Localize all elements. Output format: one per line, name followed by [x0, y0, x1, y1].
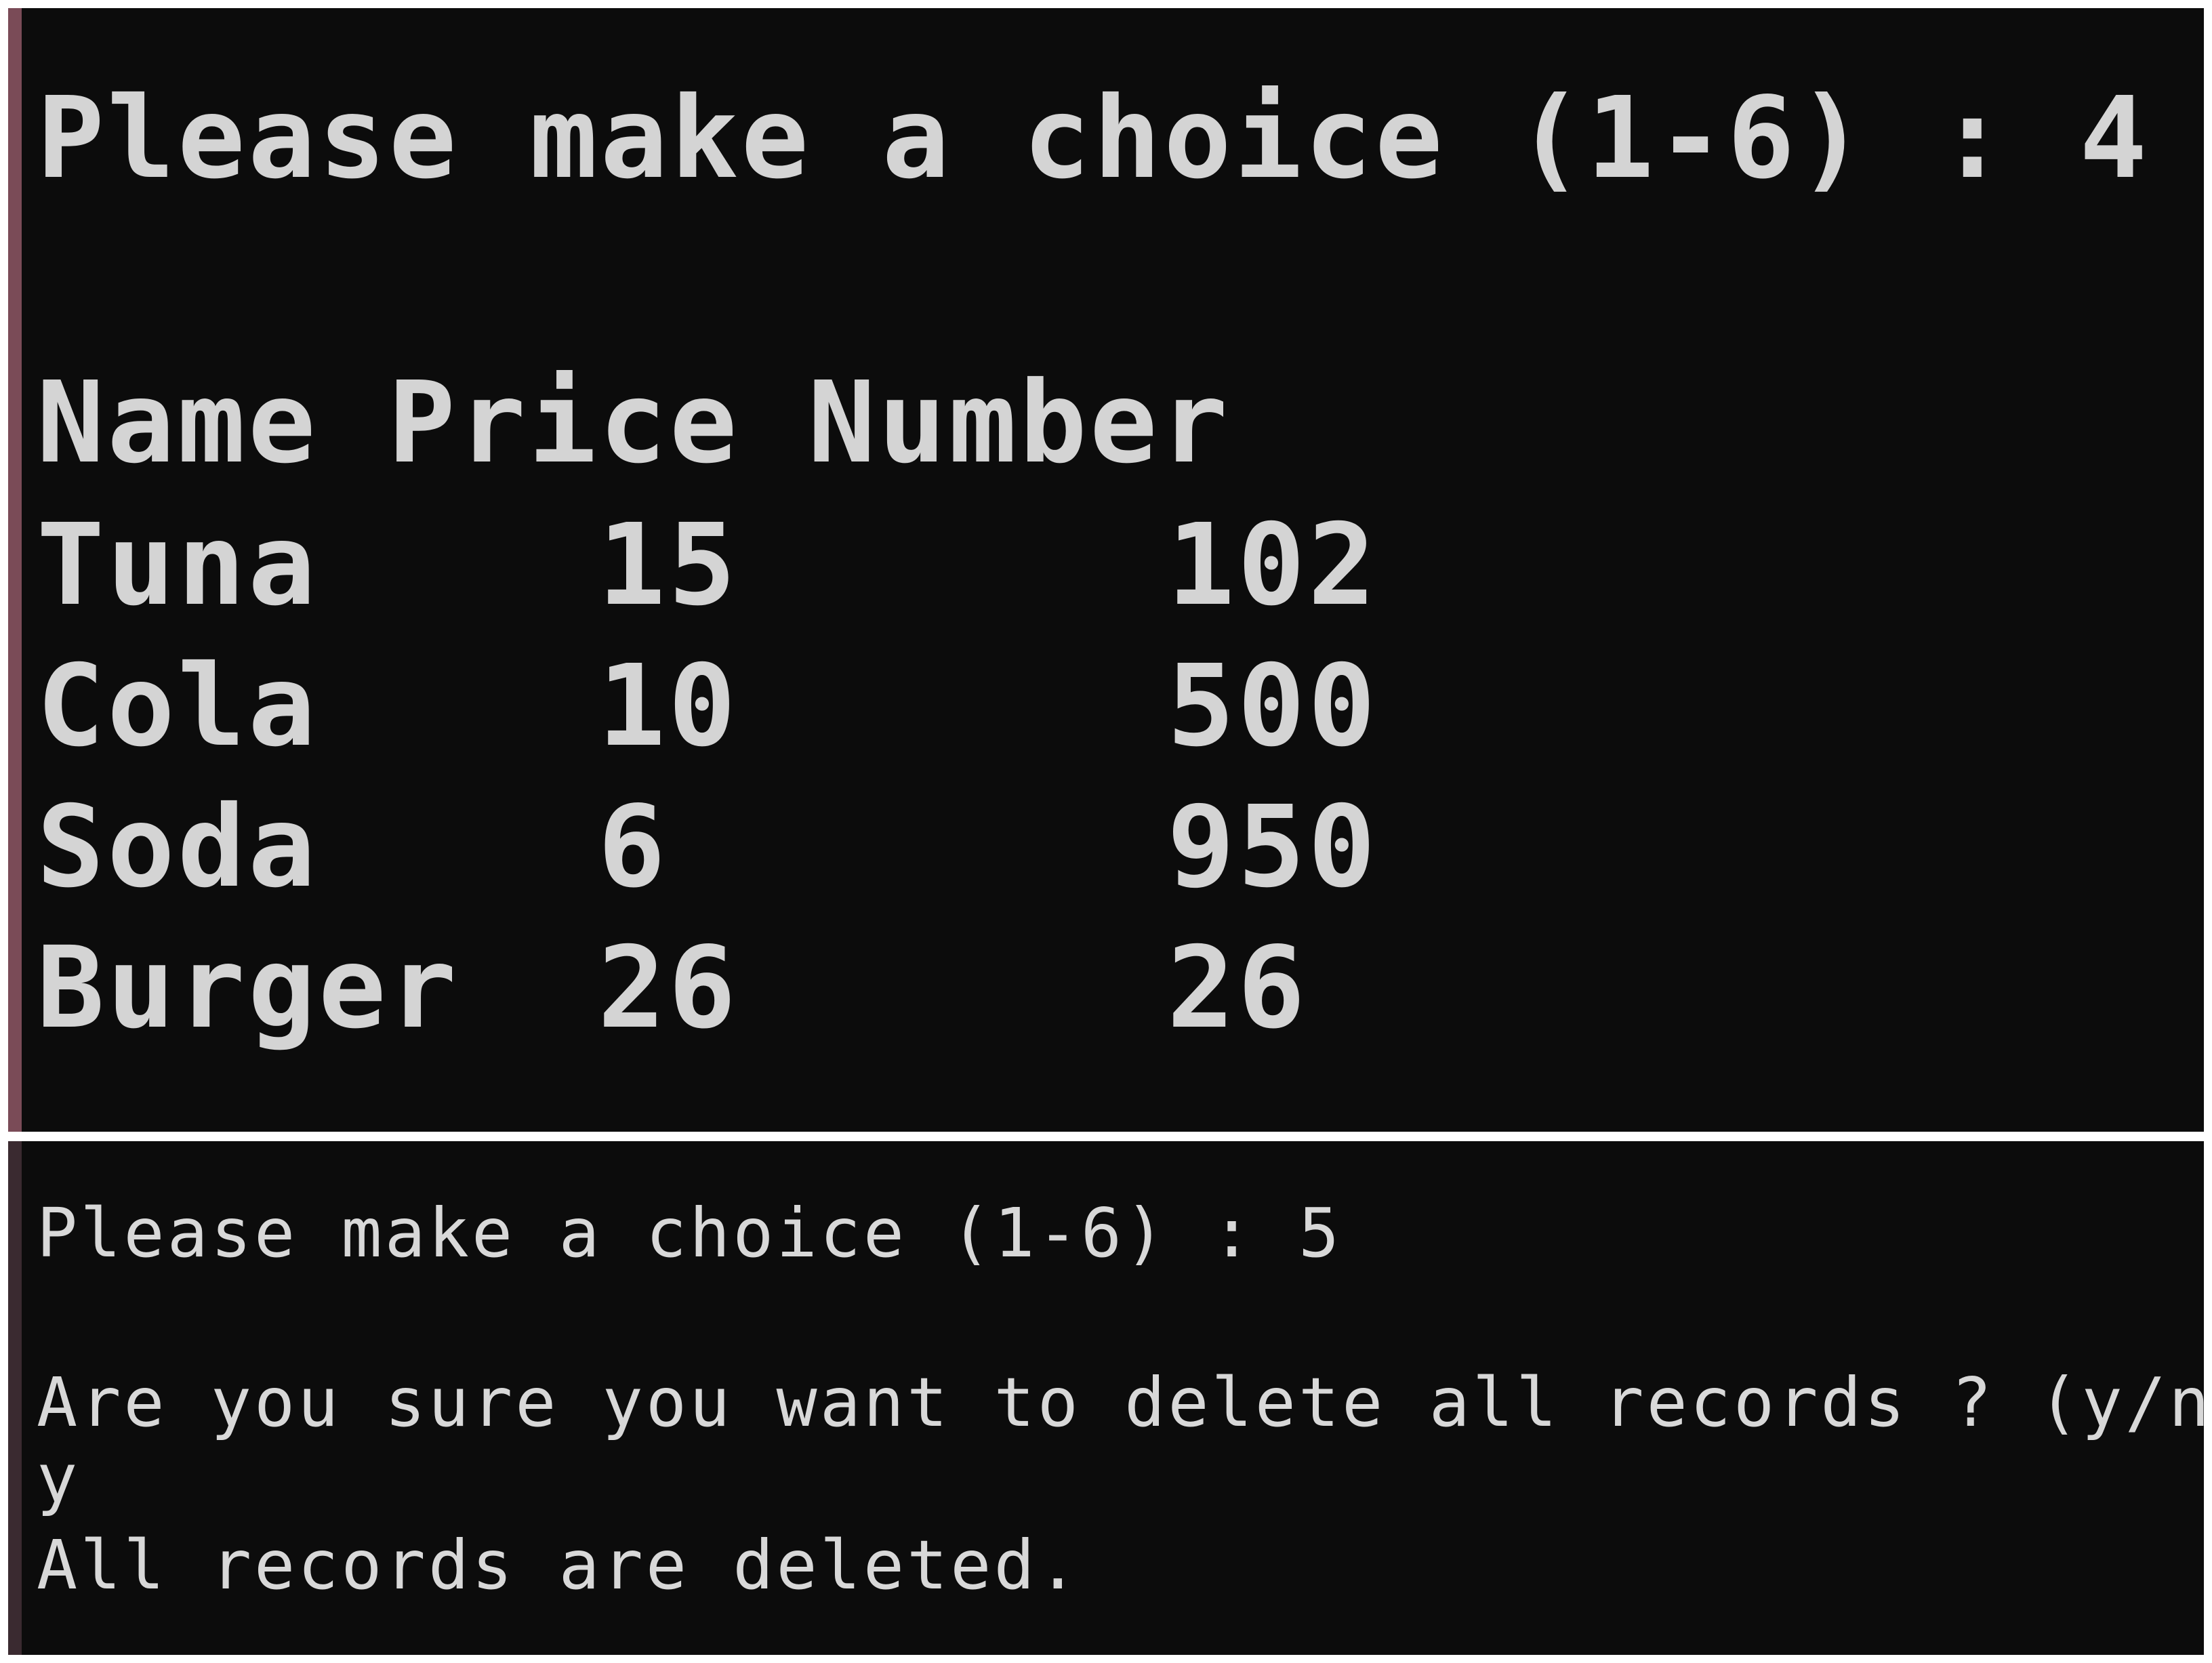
table-row-4-price: 26	[598, 923, 739, 1054]
table-header-number: Number	[808, 358, 1231, 489]
table-row-1-price: 15	[598, 500, 739, 631]
choice-prompt-line: Please make a choice (1-6) : 5	[37, 1193, 1343, 1273]
table-header-name: Name	[37, 358, 319, 489]
terminal-panel-top: Please make a choice (1-6) : 4 Name Pric…	[8, 8, 2204, 1132]
table-header-price: Price	[388, 358, 740, 489]
table-row-1-name: Tuna	[37, 500, 319, 631]
table-row-3-price: 6	[598, 782, 668, 913]
table-row-4-name: Burger	[37, 923, 459, 1054]
table-row-2-number: 500	[1167, 641, 1378, 772]
delete-confirm-question: Are you sure you want to delete all reco…	[37, 1363, 2204, 1442]
table-row-2-price: 10	[598, 641, 739, 772]
terminal-panel-bottom: Please make a choice (1-6) : 5 Are you s…	[8, 1141, 2204, 1655]
table-row-3-number: 950	[1167, 782, 1378, 913]
table-row-2-name: Cola	[37, 641, 319, 772]
table-row-4-number: 26	[1167, 923, 1308, 1054]
choice-prompt-line: Please make a choice (1-6) : 4	[37, 73, 2150, 204]
table-row-3-name: Soda	[37, 782, 319, 913]
user-answer: y	[37, 1439, 81, 1518]
table-row-1-number: 102	[1167, 500, 1378, 631]
delete-result-message: All records are deleted.	[37, 1525, 1081, 1605]
